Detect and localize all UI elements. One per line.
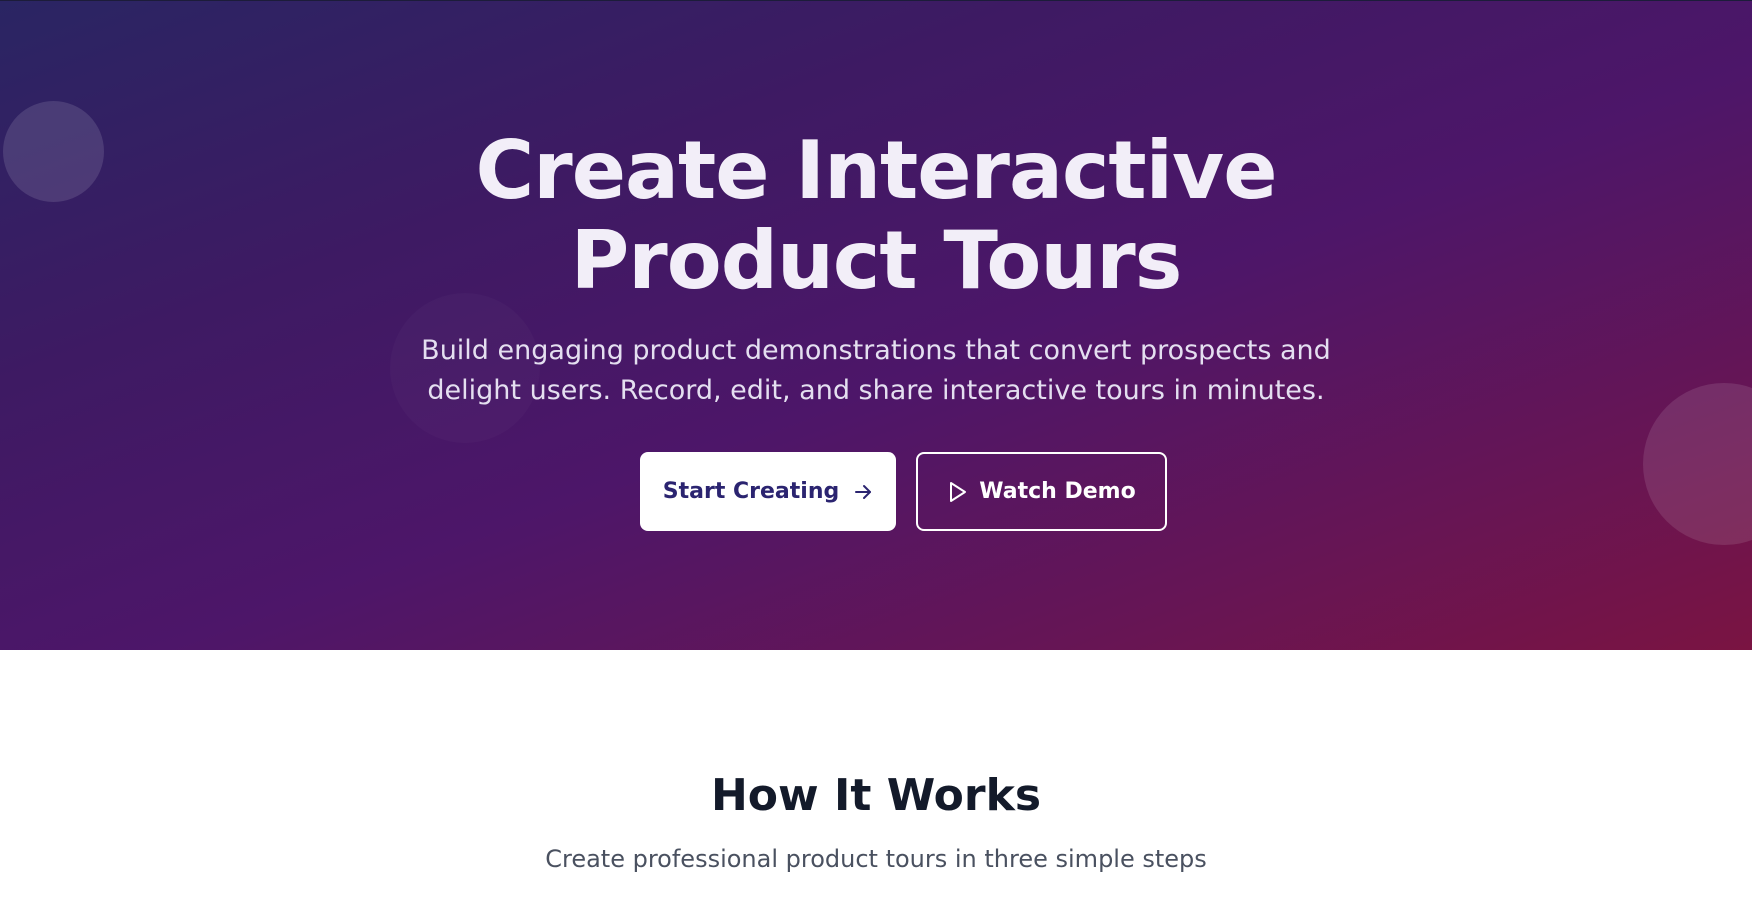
hero-title-line-1: Create Interactive (475, 124, 1278, 217)
cta-buttons: Start Creating Watch Demo (640, 452, 1167, 531)
watch-demo-label: Watch Demo (979, 479, 1136, 504)
how-it-works-section: How It Works Create professional product… (0, 650, 1752, 908)
hero-section: Create Interactive Product Tours Build e… (0, 0, 1752, 650)
section-title: How It Works (710, 770, 1042, 821)
hero-subtitle-line-1: Build engaging product demonstrations th… (421, 335, 1331, 366)
hero-subtitle-line-2: delight users. Record, edit, and share i… (427, 375, 1325, 406)
section-subtitle: Create professional product tours in thr… (545, 845, 1207, 873)
start-creating-label: Start Creating (662, 479, 840, 504)
hero-title: Create Interactive Product Tours (0, 126, 1752, 306)
hero-title-line-2: Product Tours (570, 214, 1183, 307)
play-icon (947, 481, 967, 503)
arrow-right-icon (853, 482, 873, 502)
start-creating-button[interactable]: Start Creating (640, 452, 896, 531)
hero-subtitle: Build engaging product demonstrations th… (0, 331, 1752, 411)
watch-demo-button[interactable]: Watch Demo (916, 452, 1167, 531)
